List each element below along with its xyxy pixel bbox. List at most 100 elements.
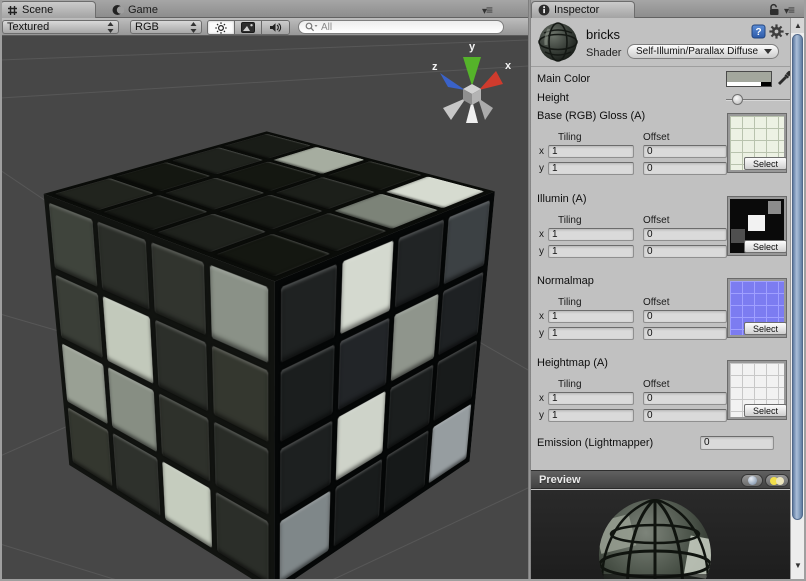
offset-header: Offset (643, 215, 670, 226)
gear-caret-icon (785, 33, 789, 36)
scene-panel-menu-icon[interactable]: ▾≡ (482, 3, 492, 17)
tab-scene-label: Scene (22, 4, 53, 16)
select-texture-button[interactable]: Select (744, 404, 787, 417)
tab-game[interactable]: Game (104, 1, 166, 18)
axis-y-label: y (539, 163, 544, 174)
gizmo-z-axis-cone[interactable] (440, 73, 465, 90)
axis-y-label: y (539, 328, 544, 339)
gear-icon[interactable] (769, 24, 790, 39)
render-overlay-toggle-button[interactable] (235, 21, 262, 34)
material-name: bricks (586, 27, 620, 42)
inspector-panel: Inspector ▾≡ (531, 0, 806, 581)
shader-dropdown[interactable]: Self-Illumin/Parallax Diffuse (627, 44, 779, 59)
tab-inspector-label: Inspector (554, 4, 599, 16)
tiling-header: Tiling (558, 297, 582, 308)
material-preview-area[interactable] (531, 490, 790, 581)
sphere-icon (748, 476, 757, 485)
gizmo-z-label: z (432, 61, 438, 73)
preview-title: Preview (539, 474, 581, 486)
tiling-x-field[interactable]: 1 (548, 310, 634, 323)
lock-icon[interactable] (768, 3, 780, 16)
preview-header-bar[interactable]: Preview (531, 470, 790, 489)
texture-section-normalmap: Normalmap Tiling Offset x 1 0 y 1 0 Sele… (531, 275, 790, 345)
audio-toggle-button[interactable] (262, 21, 289, 34)
main-color-swatch[interactable] (726, 71, 772, 87)
tiling-header: Tiling (558, 215, 582, 226)
search-icon (305, 22, 318, 32)
inspector-panel-menu-icon[interactable]: ▾≡ (784, 3, 794, 17)
offset-x-field[interactable]: 0 (643, 145, 727, 158)
axis-x-label: x (539, 229, 544, 240)
tiling-x-field[interactable]: 1 (548, 145, 634, 158)
material-sphere-icon (537, 21, 579, 63)
gizmo-y-axis-cone[interactable] (463, 57, 481, 86)
offset-y-field[interactable]: 0 (643, 409, 727, 422)
unity-editor-window: Scene Game ▾≡ Textured RGB (0, 0, 806, 581)
offset-x-field[interactable]: 0 (643, 228, 727, 241)
section-label: Heightmap (A) (537, 357, 608, 369)
chevron-down-icon (764, 49, 772, 54)
inspector-tabstrip: Inspector ▾≡ (531, 0, 806, 18)
height-slider-thumb[interactable] (732, 94, 743, 105)
preview-sphere-toggle[interactable] (741, 474, 763, 487)
color-alpha-bar (727, 82, 771, 86)
gizmo-x-axis-cone[interactable] (479, 71, 503, 90)
offset-x-field[interactable]: 0 (643, 310, 727, 323)
gizmo-neg-axis-cone[interactable] (478, 98, 493, 120)
tiling-y-field[interactable]: 1 (548, 162, 634, 175)
game-icon (112, 4, 124, 16)
tiling-x-field[interactable]: 1 (548, 228, 634, 241)
tiling-y-field[interactable]: 1 (548, 327, 634, 340)
scene-search-field[interactable]: All (298, 20, 504, 34)
color-alpha-black (761, 82, 771, 86)
scene-panel: Scene Game ▾≡ Textured RGB (0, 0, 528, 18)
color-channel-dropdown[interactable]: RGB (130, 20, 202, 34)
texture-section-heightmap: Heightmap (A) Tiling Offset x 1 0 y 1 0 … (531, 357, 790, 427)
illumin-square (768, 201, 781, 214)
main-color-label: Main Color (537, 73, 590, 85)
tab-game-label: Game (128, 4, 158, 16)
height-label: Height (537, 92, 569, 104)
lighting-toggle-button[interactable] (208, 21, 235, 34)
select-texture-button[interactable]: Select (744, 322, 787, 335)
sun-icon (215, 22, 227, 34)
scene-viewport[interactable]: y x z (0, 36, 528, 581)
tab-scene[interactable]: Scene (0, 1, 96, 18)
axis-x-label: x (539, 146, 544, 157)
tiling-x-field[interactable]: 1 (548, 392, 634, 405)
offset-x-field[interactable]: 0 (643, 392, 727, 405)
emission-field[interactable]: 0 (700, 436, 774, 450)
select-texture-button[interactable]: Select (744, 157, 787, 170)
grid-icon (7, 5, 18, 16)
offset-y-field[interactable]: 0 (643, 162, 727, 175)
info-icon (538, 4, 550, 16)
scrollbar-thumb[interactable] (792, 34, 803, 520)
offset-y-field[interactable]: 0 (643, 327, 727, 340)
tab-inspector[interactable]: Inspector (531, 1, 635, 18)
offset-y-field[interactable]: 0 (643, 245, 727, 258)
preview-light-toggle[interactable] (765, 474, 789, 487)
gizmo-x-label: x (505, 60, 512, 72)
material-header: bricks ? (531, 18, 790, 67)
inspector-scrollbar[interactable]: ▲ ▼ (790, 18, 804, 581)
gizmo-neg-axis-cone[interactable] (443, 98, 466, 120)
image-icon (241, 22, 255, 33)
section-label: Illumin (A) (537, 193, 587, 205)
scene-tabstrip: Scene Game ▾≡ (0, 0, 528, 18)
offset-header: Offset (643, 297, 670, 308)
tiling-y-field[interactable]: 1 (548, 245, 634, 258)
scroll-down-arrow[interactable]: ▼ (791, 558, 805, 573)
offset-header: Offset (643, 379, 670, 390)
orientation-gizmo[interactable]: y x z (426, 38, 518, 128)
tiling-y-field[interactable]: 1 (548, 409, 634, 422)
shader-label: Shader (586, 47, 621, 59)
select-texture-button[interactable]: Select (744, 240, 787, 253)
render-mode-dropdown[interactable]: Textured (2, 20, 119, 34)
scroll-up-arrow[interactable]: ▲ (791, 18, 805, 33)
texture-section-base: Base (RGB) Gloss (A) Tiling Offset x 1 0… (531, 110, 790, 180)
material-preview-sphere (531, 490, 790, 581)
light-dot-icon (776, 477, 784, 485)
updown-arrows-icon (107, 22, 114, 33)
help-icon[interactable]: ? (751, 24, 766, 39)
color-channel-value: RGB (135, 21, 159, 33)
